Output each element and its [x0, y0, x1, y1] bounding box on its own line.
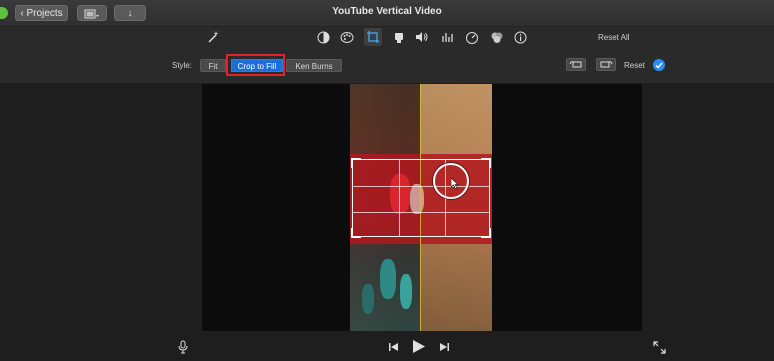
fullscreen-icon[interactable]	[653, 341, 666, 354]
magic-wand-icon[interactable]	[207, 30, 221, 44]
player-figure	[400, 274, 412, 309]
rotate-left-icon	[569, 61, 582, 68]
window-title: YouTube Vertical Video	[332, 6, 442, 17]
selection-highlight	[226, 54, 285, 76]
checkmark-icon	[655, 62, 663, 69]
play-icon[interactable]	[412, 339, 426, 354]
reset-all-button[interactable]: Reset All	[598, 33, 630, 42]
player-figure	[380, 259, 396, 299]
microphone-icon[interactable]	[178, 340, 188, 354]
skip-forward-icon[interactable]	[439, 342, 450, 352]
color-balance-icon[interactable]	[316, 30, 330, 44]
rotate-right-button[interactable]	[596, 58, 616, 71]
crop-grid-line	[353, 186, 489, 187]
skip-back-icon[interactable]	[388, 342, 399, 352]
mouse-pointer-icon	[451, 178, 459, 189]
crop-handle[interactable]	[481, 158, 491, 168]
adjustment-toolbar	[0, 27, 774, 83]
crop-frame[interactable]	[351, 158, 491, 238]
rotate-right-icon	[600, 61, 613, 68]
info-icon[interactable]	[513, 30, 527, 44]
video-viewer	[202, 84, 642, 331]
title-bar: ‹ Projects ↓ YouTube Vertical Video	[0, 0, 774, 27]
color-correction-icon[interactable]	[340, 30, 354, 44]
player-figure	[362, 284, 374, 314]
crop-handle[interactable]	[351, 228, 361, 238]
style-ken-burns-button[interactable]: Ken Burns	[286, 59, 342, 72]
crop-handle[interactable]	[481, 228, 491, 238]
crop-grid-line	[353, 212, 489, 213]
clip-filter-icon[interactable]	[490, 30, 504, 44]
equalizer-icon[interactable]	[440, 30, 454, 44]
crop-handle[interactable]	[351, 158, 361, 168]
apply-button[interactable]	[653, 59, 665, 71]
crop-grid-line	[399, 160, 400, 236]
stabilization-icon[interactable]	[392, 30, 406, 44]
crop-icon[interactable]	[364, 28, 382, 46]
reset-button[interactable]: Reset	[624, 61, 645, 70]
style-label: Style:	[172, 61, 193, 70]
rotate-left-button[interactable]	[566, 58, 586, 71]
volume-icon[interactable]	[415, 30, 429, 44]
speed-icon[interactable]	[465, 30, 479, 44]
style-fit-button[interactable]: Fit	[200, 59, 226, 72]
